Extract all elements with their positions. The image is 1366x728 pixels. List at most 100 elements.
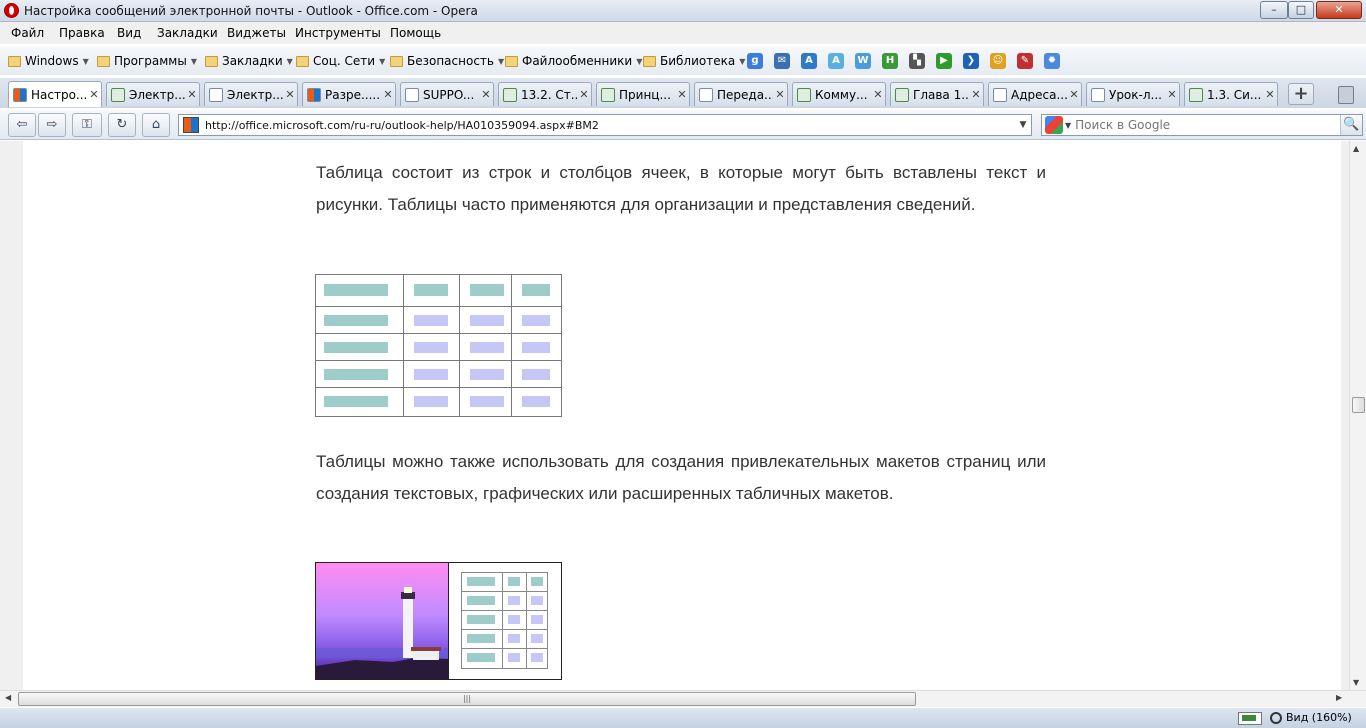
tab-6[interactable]: 13.2. Ст... ✕ bbox=[498, 82, 592, 106]
tab-2[interactable]: Электр... ✕ bbox=[106, 82, 200, 106]
tab-close-icon[interactable]: ✕ bbox=[185, 88, 199, 101]
smiley-icon[interactable]: ☺ bbox=[990, 53, 1006, 69]
paragraph-table-layouts: Таблицы можно также использовать для соз… bbox=[316, 452, 1046, 503]
horizontal-scrollbar[interactable]: ◀ ||| ▶ bbox=[0, 690, 1366, 707]
translate-icon[interactable]: A bbox=[801, 53, 817, 69]
tab-7[interactable]: Принц... ✕ bbox=[596, 82, 690, 106]
table-cell-bar bbox=[470, 284, 504, 296]
tab-close-icon[interactable]: ✕ bbox=[577, 88, 591, 101]
url-text[interactable]: http://office.microsoft.com/ru-ru/outloo… bbox=[205, 119, 1015, 132]
arrow-icon[interactable]: ❯ bbox=[963, 53, 979, 69]
address-bar[interactable]: http://office.microsoft.com/ru-ru/outloo… bbox=[178, 114, 1032, 136]
paragraph-table-intro: Таблица состоит из строк и столбцов ячее… bbox=[316, 163, 1046, 214]
new-tab-button[interactable]: + bbox=[1288, 83, 1314, 105]
folder-icon bbox=[97, 55, 110, 67]
google-icon[interactable] bbox=[1045, 116, 1063, 134]
tab-close-icon[interactable]: ✕ bbox=[969, 88, 983, 101]
pen-icon[interactable]: ✎ bbox=[1017, 53, 1033, 69]
table-cell-bar bbox=[324, 342, 388, 353]
tab-close-icon[interactable]: ✕ bbox=[871, 88, 885, 101]
table-cell-bar bbox=[467, 615, 495, 624]
sun-icon[interactable]: ✹ bbox=[1044, 53, 1060, 69]
menu-edit[interactable]: Правка bbox=[59, 26, 105, 40]
h-icon[interactable]: H bbox=[882, 53, 898, 69]
tab-close-icon[interactable]: ✕ bbox=[1263, 88, 1277, 101]
flag-icon[interactable]: ▚ bbox=[909, 53, 925, 69]
wand-key-button[interactable]: ⚿ bbox=[72, 113, 102, 137]
scroll-right-icon[interactable]: ▶ bbox=[1336, 693, 1342, 702]
menu-widgets[interactable]: Виджеты bbox=[227, 26, 286, 40]
menu-bookmarks[interactable]: Закладки bbox=[157, 26, 218, 40]
tab-close-icon[interactable]: ✕ bbox=[675, 88, 689, 101]
scroll-down-icon[interactable]: ▼ bbox=[1353, 678, 1359, 687]
mini-table bbox=[461, 572, 548, 669]
bookmark-folder-filehosts[interactable]: Файлообменники ▼ bbox=[505, 53, 642, 69]
bookmark-folder-social[interactable]: Соц. Сети ▼ bbox=[296, 53, 385, 69]
lingvo-icon[interactable]: A bbox=[828, 53, 844, 69]
maximize-button[interactable]: □ bbox=[1288, 1, 1314, 19]
tab-10[interactable]: Глава 1... ✕ bbox=[890, 82, 984, 106]
tab-close-icon[interactable]: ✕ bbox=[1067, 88, 1081, 101]
vertical-scrollbar[interactable]: ▲ ▼ bbox=[1349, 141, 1366, 690]
mail-icon[interactable]: ✉ bbox=[774, 53, 790, 69]
search-button[interactable]: 🔍 bbox=[1340, 115, 1362, 135]
table-cell-bar bbox=[531, 596, 543, 605]
bookmark-folder-library[interactable]: Библиотека ▼ bbox=[643, 53, 745, 69]
play-icon[interactable]: ▶ bbox=[936, 53, 952, 69]
page-favicon-icon bbox=[1091, 87, 1105, 102]
tab-close-icon[interactable]: ✕ bbox=[1165, 88, 1179, 101]
home-button[interactable]: ⌂ bbox=[142, 113, 170, 137]
bookmark-folder-windows[interactable]: Windows ▼ bbox=[8, 53, 89, 69]
bookmark-folder-programs[interactable]: Программы ▼ bbox=[97, 53, 197, 69]
google-icon[interactable]: g bbox=[747, 53, 763, 69]
tab-11[interactable]: Адреса... ✕ bbox=[988, 82, 1082, 106]
tab-8[interactable]: Переда... ✕ bbox=[694, 82, 788, 106]
minimize-button[interactable]: – bbox=[1260, 1, 1288, 19]
word-icon[interactable]: W bbox=[855, 53, 871, 69]
tab-13[interactable]: 1.3. Си... ✕ bbox=[1184, 82, 1278, 106]
page-favicon-icon bbox=[111, 87, 125, 102]
table-cell-bar bbox=[508, 577, 520, 586]
menu-tools[interactable]: Инструменты bbox=[295, 26, 381, 40]
history-dropdown-icon[interactable]: ▼ bbox=[1015, 120, 1031, 130]
table-cell-bar bbox=[414, 369, 448, 380]
bookmark-folder-bookmarks[interactable]: Закладки ▼ bbox=[205, 53, 293, 69]
reload-button[interactable]: ↻ bbox=[108, 113, 136, 137]
tab-5[interactable]: SUPPO... ✕ bbox=[400, 82, 494, 106]
chevron-down-icon[interactable]: ▼ bbox=[1065, 121, 1071, 130]
tab-close-icon[interactable]: ✕ bbox=[479, 88, 493, 101]
horizontal-scroll-thumb[interactable]: ||| bbox=[18, 692, 916, 706]
tab-9[interactable]: Комму... ✕ bbox=[792, 82, 886, 106]
table-cell-bar bbox=[467, 634, 495, 643]
tab-3[interactable]: Электр... ✕ bbox=[204, 82, 298, 106]
menu-view[interactable]: Вид bbox=[117, 26, 141, 40]
scroll-left-icon[interactable]: ◀ bbox=[5, 693, 11, 702]
table-cell-bar bbox=[324, 369, 388, 380]
tab-close-icon[interactable]: ✕ bbox=[773, 88, 787, 101]
bookmark-folder-security[interactable]: Безопасность ▼ bbox=[390, 53, 504, 69]
tab-bar: Настро... ✕ Электр... ✕ Электр... ✕ Разре..… bbox=[0, 78, 1366, 108]
scroll-up-icon[interactable]: ▲ bbox=[1353, 144, 1359, 153]
vertical-scroll-thumb[interactable] bbox=[1352, 397, 1365, 413]
zoom-control[interactable]: Вид (160%) bbox=[1270, 711, 1352, 724]
tab-close-icon[interactable]: ✕ bbox=[283, 88, 297, 101]
forward-button[interactable]: ⇨ bbox=[38, 113, 66, 137]
tab-close-icon[interactable]: ✕ bbox=[87, 88, 101, 101]
opera-logo-icon[interactable] bbox=[4, 3, 19, 18]
page-favicon-icon bbox=[503, 87, 517, 102]
menu-file[interactable]: Файл bbox=[11, 26, 44, 40]
back-button[interactable]: ⇦ bbox=[8, 113, 36, 137]
closed-tabs-trash-icon[interactable] bbox=[1338, 86, 1354, 104]
panel-toggle-button[interactable] bbox=[1238, 712, 1262, 725]
page-content: Таблица состоит из строк и столбцов ячее… bbox=[23, 141, 1341, 690]
tab-4[interactable]: Разре..... ✕ bbox=[302, 82, 396, 106]
tab-close-icon[interactable]: ✕ bbox=[381, 88, 395, 101]
close-button[interactable]: ✕ bbox=[1316, 1, 1362, 19]
zoom-label: Вид (160%) bbox=[1286, 711, 1352, 724]
table-cell-bar bbox=[470, 396, 504, 407]
tab-12[interactable]: Урок-л... ✕ bbox=[1086, 82, 1180, 106]
tab-1[interactable]: Настро... ✕ bbox=[8, 81, 102, 107]
table-illustration bbox=[315, 274, 562, 417]
menu-help[interactable]: Помощь bbox=[390, 26, 441, 40]
search-input[interactable] bbox=[1075, 118, 1340, 132]
